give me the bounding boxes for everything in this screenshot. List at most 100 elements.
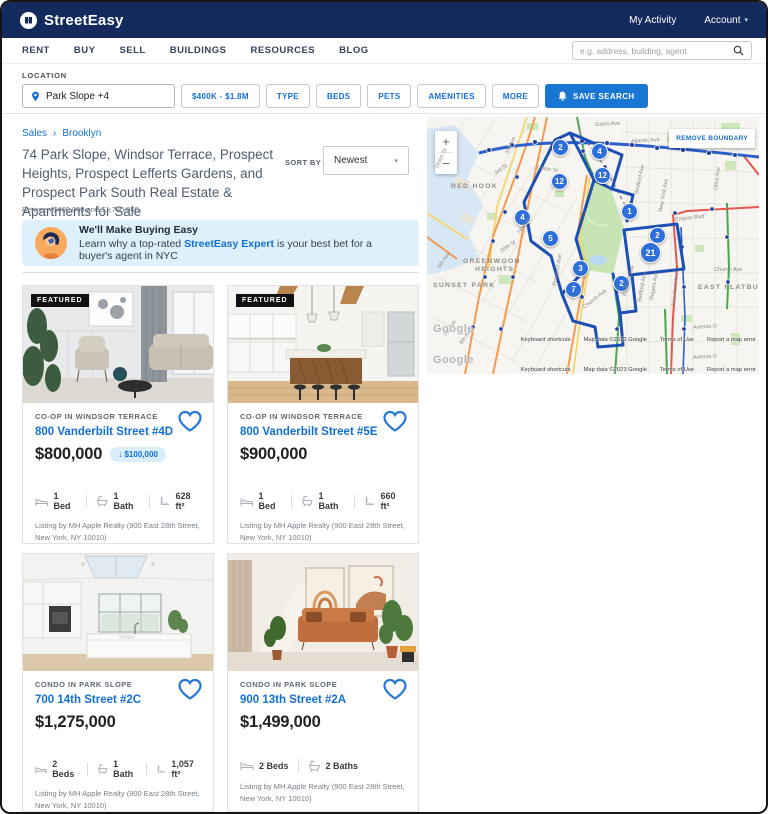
listing-details: 1 Bed 1 Bath 628 ft²: [35, 491, 201, 511]
save-heart-icon[interactable]: [382, 410, 408, 438]
map-cluster-marker[interactable]: 2: [552, 139, 569, 156]
banner-title: We'll Make Buying Easy: [79, 224, 406, 236]
map-attribution-item[interactable]: Terms of Use: [660, 367, 694, 373]
breadcrumb-brooklyn[interactable]: Brooklyn: [62, 128, 101, 139]
bed-icon: [35, 496, 48, 507]
filter-button-type[interactable]: TYPE: [266, 84, 310, 108]
map-attribution-item[interactable]: Keyboard shortcuts: [521, 367, 571, 373]
nav-item-blog[interactable]: BLOG: [339, 45, 368, 56]
map-attribution-item[interactable]: Report a map error: [707, 337, 756, 343]
listing-price: $1,499,000: [240, 713, 321, 732]
google-logo: Google: [433, 323, 474, 335]
results-map[interactable]: + − REMOVE BOUNDARY 241212451221372 RED …: [427, 117, 759, 374]
bath-icon: [301, 495, 314, 507]
section-divider: [22, 272, 419, 273]
listing-photo[interactable]: [23, 554, 213, 671]
map-attribution-item: Map data ©2023 Google: [584, 337, 647, 343]
map-pin-icon: [31, 91, 40, 102]
location-input[interactable]: Park Slope +4: [22, 84, 175, 108]
map-cluster-marker[interactable]: 12: [551, 173, 568, 190]
streeteasy-pin-icon: [20, 12, 37, 29]
price-range-subtitle: Between $400,000 and $1,750,000: [22, 205, 139, 214]
map-street-label: Church Ave: [714, 267, 742, 273]
map-cluster-marker[interactable]: 7: [565, 281, 582, 298]
nav-item-sell[interactable]: SELL: [119, 45, 145, 56]
map-attribution-item[interactable]: Keyboard shortcuts: [521, 337, 571, 343]
listing-broker: Listing by MH Apple Realty (900 East 28t…: [35, 520, 201, 543]
bath-icon: [96, 495, 109, 507]
listing-photo[interactable]: FEATURED: [228, 286, 418, 403]
filter-button-400k-1-8m[interactable]: $400K - $1.8M: [181, 84, 260, 108]
filter-button-amenities[interactable]: AMENITIES: [417, 84, 485, 108]
nav-item-buy[interactable]: BUY: [74, 45, 96, 56]
map-area-label: RED HOOK: [451, 183, 498, 190]
map-cluster-marker[interactable]: 1: [621, 203, 638, 220]
listing-card: FEATURED CO-OP IN WINDSOR TERRACE 800 Va…: [227, 285, 419, 544]
remove-boundary-button[interactable]: REMOVE BOUNDARY: [669, 129, 755, 148]
listing-broker: Listing by MH Apple Realty (900 East 28t…: [35, 788, 201, 811]
listing-broker: Listing by MH Apple Realty (900 East 28t…: [240, 520, 406, 543]
listing-price: $900,000: [240, 445, 307, 464]
sqft-icon: [364, 495, 376, 507]
site-search[interactable]: [572, 41, 752, 60]
streeteasy-logo[interactable]: StreetEasy: [20, 12, 124, 29]
map-cluster-marker[interactable]: 12: [594, 167, 611, 184]
bath-icon: [308, 760, 321, 772]
breadcrumb: Sales › Brooklyn: [22, 128, 101, 139]
map-attribution-item[interactable]: Report a map error: [707, 367, 756, 373]
save-heart-icon[interactable]: [382, 678, 408, 706]
chevron-down-icon: ▾: [394, 157, 398, 165]
search-input[interactable]: [580, 46, 733, 56]
map-area-label: HEIGHTS: [475, 266, 514, 273]
listing-details: 2 Beds 1 Bath 1,057 ft²: [35, 759, 201, 779]
location-label: LOCATION: [22, 71, 746, 80]
featured-badge: FEATURED: [31, 294, 89, 307]
account-menu[interactable]: Account ▾: [704, 15, 748, 26]
search-icon[interactable]: [733, 45, 744, 56]
sort-by-label: SORT BY: [285, 158, 321, 167]
sqft-icon: [159, 495, 171, 507]
google-logo: Google: [433, 354, 474, 366]
map-attribution: Keyboard shortcuts Map data ©2023 Google T…: [521, 367, 756, 373]
sqft-icon: [156, 763, 166, 775]
banner-body: Learn why a top-rated StreetEasy Expert …: [79, 238, 406, 262]
streeteasy-expert-link[interactable]: StreetEasy Expert: [184, 238, 274, 250]
filter-button-beds[interactable]: BEDS: [316, 84, 361, 108]
sort-dropdown[interactable]: Newest ▾: [323, 146, 409, 175]
map-area-label: SUNSET PARK: [433, 282, 496, 289]
bed-icon: [240, 496, 253, 507]
nav-item-rent[interactable]: RENT: [22, 45, 50, 56]
filter-button-more[interactable]: MORE: [492, 84, 539, 108]
chevron-down-icon: ▾: [744, 16, 748, 24]
listing-photo[interactable]: FEATURED: [23, 286, 213, 403]
save-search-button[interactable]: SAVE SEARCH: [545, 84, 648, 108]
filter-button-pets[interactable]: PETS: [367, 84, 411, 108]
map-attribution-item: Map data ©2023 Google: [584, 367, 647, 373]
sort-value: Newest: [334, 155, 367, 166]
listing-card: FEATURED CO-OP IN WINDSOR TERRACE 800 Va…: [22, 285, 214, 544]
map-cluster-marker[interactable]: 21: [640, 242, 661, 263]
nav-item-buildings[interactable]: BUILDINGS: [170, 45, 227, 56]
expert-promo-banner[interactable]: We'll Make Buying Easy Learn why a top-r…: [22, 220, 419, 266]
map-cluster-marker[interactable]: 4: [591, 143, 608, 160]
listing-photo[interactable]: [228, 554, 418, 671]
listing-details: 2 Beds 2 Baths: [240, 759, 406, 772]
price-drop-badge: ↓ $100,000: [110, 447, 166, 462]
featured-badge: FEATURED: [236, 294, 294, 307]
bed-icon: [35, 764, 47, 775]
map-cluster-marker[interactable]: 3: [572, 260, 589, 277]
listing-details: 1 Bed 1 Bath 660 ft²: [240, 491, 406, 511]
bath-icon: [97, 763, 108, 775]
location-value: Park Slope +4: [46, 91, 109, 102]
my-activity-link[interactable]: My Activity: [629, 15, 676, 26]
save-heart-icon[interactable]: [177, 410, 203, 438]
listings-grid: FEATURED CO-OP IN WINDSOR TERRACE 800 Va…: [22, 285, 419, 812]
nav-item-resources[interactable]: RESOURCES: [250, 45, 315, 56]
breadcrumb-sales[interactable]: Sales: [22, 128, 47, 139]
listing-broker: Listing by MH Apple Realty (900 East 28t…: [240, 781, 406, 804]
map-attribution-item[interactable]: Terms of Use: [660, 337, 694, 343]
map-cluster-marker[interactable]: 5: [542, 230, 559, 247]
save-heart-icon[interactable]: [177, 678, 203, 706]
top-header: StreetEasy My Activity Account ▾: [2, 2, 766, 38]
map-attribution: Keyboard shortcuts Map data ©2023 Google T…: [521, 337, 756, 343]
